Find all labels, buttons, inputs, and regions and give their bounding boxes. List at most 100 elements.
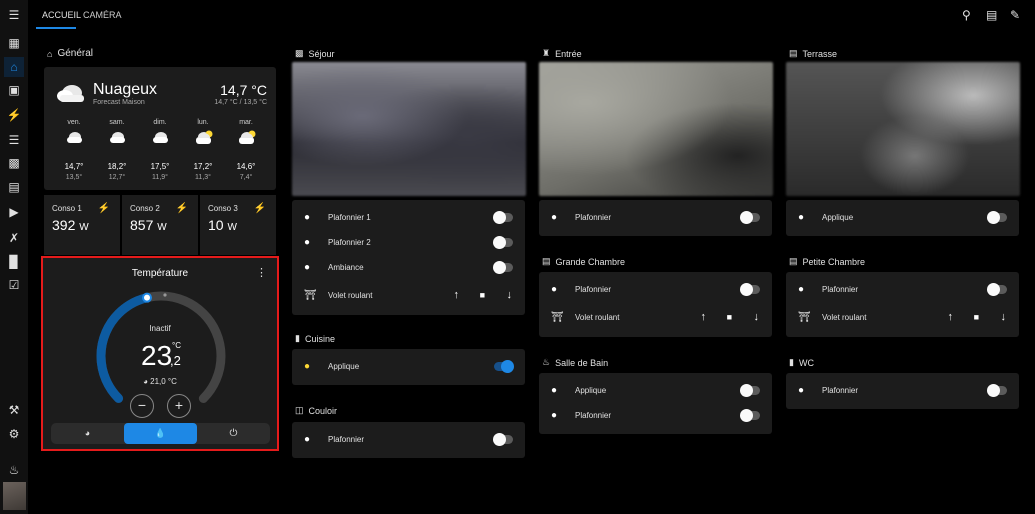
cover-stop-icon[interactable]: ■ <box>974 312 979 322</box>
entity-row[interactable]: ● Applique <box>539 378 772 402</box>
camera-feed[interactable] <box>786 62 1020 196</box>
forecast-day: ven. 14,7° 13,5° <box>54 119 94 181</box>
room-title: Entrée <box>555 48 582 59</box>
more-options-icon[interactable]: ⋮ <box>256 266 267 279</box>
light-toggle[interactable] <box>740 408 760 422</box>
cover-close-arrow-down-icon[interactable]: ↓ <box>507 289 513 301</box>
camera-feed[interactable] <box>292 62 526 196</box>
cover-open-arrow-up-icon[interactable]: ↑ <box>948 311 954 323</box>
lightbulb-icon: ● <box>304 236 311 248</box>
light-toggle[interactable] <box>987 282 1007 296</box>
light-toggle[interactable] <box>493 432 513 446</box>
entity-row[interactable]: ● Plafonnier <box>786 378 1019 402</box>
tab-camera[interactable]: CAMÉRA <box>83 10 122 20</box>
tab-accueil[interactable]: ACCUEIL <box>42 10 81 20</box>
forecast-low: 11,3° <box>195 174 211 181</box>
entity-row[interactable]: ● Plafonnier <box>292 427 525 451</box>
entity-row[interactable]: ⛩ Volet roulant ↑ ■ ↓ <box>786 305 1019 329</box>
menu-icon[interactable]: ☰ <box>4 5 24 25</box>
entity-name: Plafonnier <box>575 212 612 222</box>
notifications-bell-icon[interactable]: ♨ <box>4 460 24 480</box>
camera-feed[interactable] <box>539 62 773 196</box>
entity-row[interactable]: ⛩ Volet roulant ↑ ■ ↓ <box>539 305 772 329</box>
search-icon[interactable]: ⚲ <box>962 8 971 22</box>
settings-gear-icon[interactable]: ⚙ <box>4 424 24 444</box>
sidebar: ☰ ▦ ⌂ ▣ ⚡ ☰ ▩ ▤ ▶ ✗ ▉ ☑ ⚒ ⚙ ♨ <box>0 0 28 514</box>
lightbulb-icon: ● <box>798 283 805 295</box>
light-toggle[interactable] <box>740 210 760 224</box>
forecast-day: mar. 14,6° 7,4° <box>226 119 266 181</box>
increase-button[interactable]: + <box>167 394 191 418</box>
power-sensor-card[interactable]: Conso 2 ⚡ 857 W <box>122 195 198 255</box>
light-toggle[interactable] <box>987 383 1007 397</box>
cover-stop-icon[interactable]: ■ <box>727 312 732 322</box>
edit-pencil-icon[interactable]: ✎ <box>1010 8 1020 22</box>
light-toggle[interactable] <box>987 210 1007 224</box>
home-icon[interactable]: ⌂ <box>4 57 24 77</box>
entity-name: Volet roulant <box>575 312 620 322</box>
entity-name: Plafonnier 2 <box>328 237 371 247</box>
cover-close-arrow-down-icon[interactable]: ↓ <box>754 311 760 323</box>
user-avatar[interactable] <box>3 482 26 510</box>
room-icon: ◫ <box>295 405 304 415</box>
mode-off-button[interactable]: ⏻ <box>197 423 270 444</box>
cover-close-arrow-down-icon[interactable]: ↓ <box>1001 311 1007 323</box>
entity-row[interactable]: ● Plafonnier 2 <box>292 230 525 254</box>
entity-row[interactable]: ● Plafonnier <box>786 277 1019 301</box>
cover-stop-icon[interactable]: ■ <box>480 290 485 300</box>
setpoint-handle[interactable] <box>141 292 152 303</box>
entity-name: Plafonnier <box>822 385 859 395</box>
energy-icon[interactable]: ⚡ <box>4 105 24 125</box>
mode-heat-button[interactable]: 💧 <box>124 423 197 444</box>
forecast-low: 11,9° <box>152 174 168 181</box>
mode-auto-button[interactable]: ◕ <box>51 423 124 444</box>
chart-icon[interactable]: ▩ <box>4 153 24 173</box>
sensor-name: Conso 2 <box>130 204 160 213</box>
cover-open-arrow-up-icon[interactable]: ↑ <box>454 289 460 301</box>
lightbulb-icon: ● <box>551 283 558 295</box>
light-toggle[interactable] <box>493 260 513 274</box>
entities-card: ● Plafonnier <box>292 422 525 458</box>
entity-row[interactable]: ⛩ Volet roulant ↑ ■ ↓ <box>292 283 525 307</box>
power-sensor-card[interactable]: Conso 1 ⚡ 392 W <box>44 195 120 255</box>
sensor-unit: W <box>79 222 89 233</box>
entity-row[interactable]: ● Plafonnier 1 <box>292 205 525 229</box>
light-toggle[interactable] <box>493 210 513 224</box>
person-board-icon[interactable]: ▣ <box>4 80 24 100</box>
partly-cloudy-icon <box>226 129 266 149</box>
cloudy-icon <box>97 129 137 149</box>
clipboard-icon[interactable]: ☑ <box>4 275 24 295</box>
entity-row[interactable]: ● Ambiance <box>292 255 525 279</box>
weather-condition: Nuageux <box>93 81 158 98</box>
light-toggle[interactable] <box>740 383 760 397</box>
weather-card[interactable]: Nuageux Forecast Maison 14,7 °C 14,7 °C … <box>44 67 276 190</box>
vscode-icon[interactable]: ✗ <box>4 228 24 248</box>
terminal-icon[interactable]: ▉ <box>4 252 24 272</box>
top-bar: ACCUEIL CAMÉRA ⚲ ▤ ✎ <box>28 0 1035 31</box>
entity-row[interactable]: ● Plafonnier <box>539 403 772 427</box>
room-title: WC <box>798 357 814 368</box>
light-toggle[interactable] <box>493 235 513 249</box>
entity-row[interactable]: ● Applique <box>786 205 1019 229</box>
assist-icon[interactable]: ▤ <box>986 8 997 22</box>
entity-row[interactable]: ● Applique <box>292 354 525 378</box>
light-toggle[interactable] <box>494 359 514 373</box>
thermostat-title: Température <box>131 268 189 279</box>
entity-row[interactable]: ● Plafonnier <box>539 277 772 301</box>
weather-range: 14,7 °C / 13,5 °C <box>214 99 267 106</box>
forecast-high: 17,2° <box>193 162 213 171</box>
cover-open-arrow-up-icon[interactable]: ↑ <box>701 311 707 323</box>
dashboard-icon[interactable]: ▦ <box>4 33 24 53</box>
light-toggle[interactable] <box>740 282 760 296</box>
media-icon[interactable]: ▶ <box>4 202 24 222</box>
forecast-day-label: lun. <box>197 119 209 126</box>
current-temperature: ◕ 21,0 °C <box>43 377 277 386</box>
sensor-value: 392 <box>52 217 76 233</box>
store-icon[interactable]: ▤ <box>4 177 24 197</box>
thermostat-card[interactable]: Température ⋮ Inactif 23 °C ,2 ◕ 21,0 °C… <box>41 256 279 451</box>
entity-row[interactable]: ● Plafonnier <box>539 205 772 229</box>
power-sensor-card[interactable]: Conso 3 ⚡ 10 W <box>200 195 276 255</box>
list-icon[interactable]: ☰ <box>4 130 24 150</box>
developer-tools-icon[interactable]: ⚒ <box>4 400 24 420</box>
decrease-button[interactable]: − <box>130 394 154 418</box>
